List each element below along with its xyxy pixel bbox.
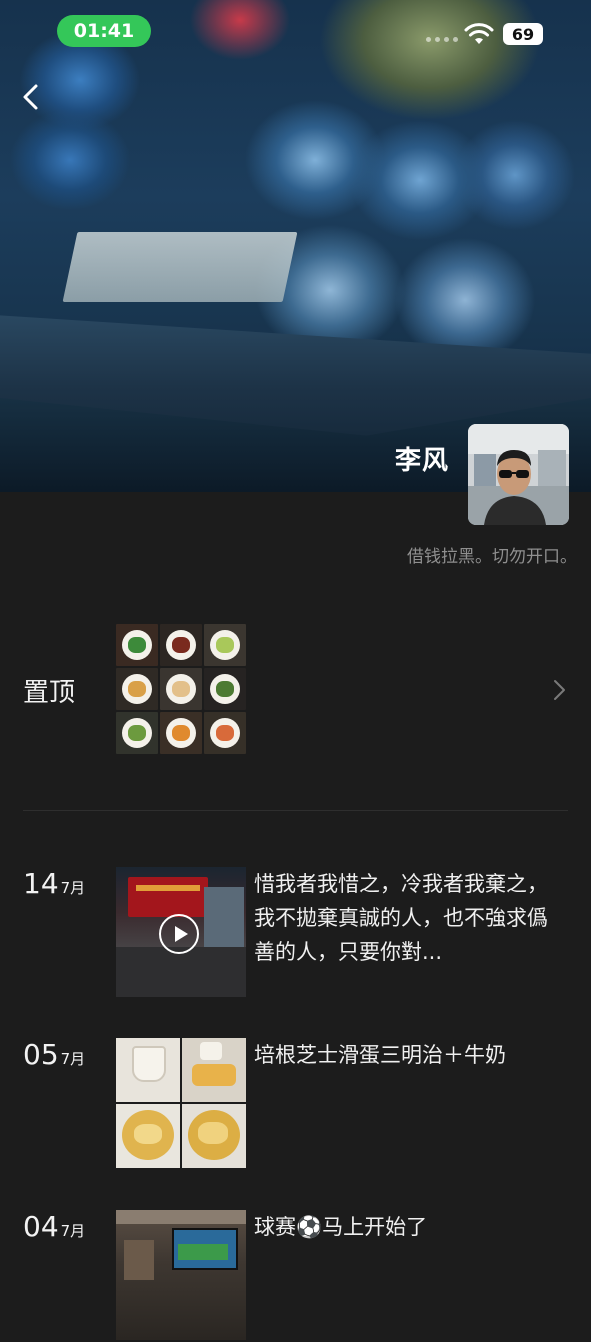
post-photo-grid[interactable] xyxy=(116,1038,246,1168)
pinned-photo-grid[interactable] xyxy=(116,624,246,754)
pinned-photo xyxy=(160,624,202,666)
pinned-photo xyxy=(204,712,246,754)
chevron-right-icon[interactable] xyxy=(552,678,568,702)
battery-level: 69 xyxy=(503,23,543,45)
post-item[interactable]: 05 7月 培根芝士滑蛋三明治＋牛奶 xyxy=(0,1038,591,1170)
status-time[interactable]: 01:41 xyxy=(57,15,151,47)
post-text: 球赛⚽马上开始了 xyxy=(254,1215,428,1239)
post-video-thumbnail[interactable] xyxy=(116,867,246,997)
cover-photo[interactable]: 01:41 69 李风 xyxy=(0,0,591,492)
back-arrow-icon[interactable] xyxy=(18,82,44,112)
post-text: 培根芝士滑蛋三明治＋牛奶 xyxy=(254,1043,506,1067)
post-photo xyxy=(116,1104,180,1168)
pinned-photo xyxy=(116,668,158,710)
post-date: 14 7月 xyxy=(23,867,85,900)
pinned-posts-row[interactable]: 置顶 xyxy=(0,620,591,760)
post-photo xyxy=(182,1038,246,1102)
post-date: 05 7月 xyxy=(23,1038,85,1071)
pinned-photo xyxy=(204,668,246,710)
pinned-photo xyxy=(204,624,246,666)
cover-decor-tray xyxy=(62,232,298,302)
profile-signature: 借钱拉黑。切勿开口。 xyxy=(407,547,577,567)
post-item[interactable]: 14 7月 惜我者我惜之，冷我者我棄之，我不拋棄真誠的人，也不強求僞善的人，只要你… xyxy=(0,867,591,999)
pinned-photo xyxy=(116,712,158,754)
section-divider xyxy=(23,810,568,811)
post-photo xyxy=(182,1104,246,1168)
post-day: 14 xyxy=(23,867,59,900)
avatar[interactable] xyxy=(468,424,569,525)
post-day: 05 xyxy=(23,1038,59,1071)
profile-name: 李风 xyxy=(394,446,449,476)
post-month: 7月 xyxy=(60,879,86,897)
post-date: 04 7月 xyxy=(23,1210,85,1243)
pinned-photo xyxy=(160,712,202,754)
wifi-icon xyxy=(464,23,494,44)
post-month: 7月 xyxy=(60,1050,86,1068)
post-photo xyxy=(116,1038,180,1102)
play-icon[interactable] xyxy=(159,914,199,954)
pinned-photo xyxy=(116,624,158,666)
pinned-label: 置顶 xyxy=(23,678,76,708)
cellular-signal-icon xyxy=(426,37,458,42)
post-day: 04 xyxy=(23,1210,59,1243)
post-photo-thumbnail[interactable] xyxy=(116,1210,246,1340)
post-item[interactable]: 04 7月 球赛⚽马上开始了 xyxy=(0,1210,591,1342)
post-month: 7月 xyxy=(60,1222,86,1240)
post-text: 惜我者我惜之，冷我者我棄之，我不拋棄真誠的人，也不強求僞善的人，只要你對... xyxy=(254,872,548,964)
pinned-photo xyxy=(160,668,202,710)
